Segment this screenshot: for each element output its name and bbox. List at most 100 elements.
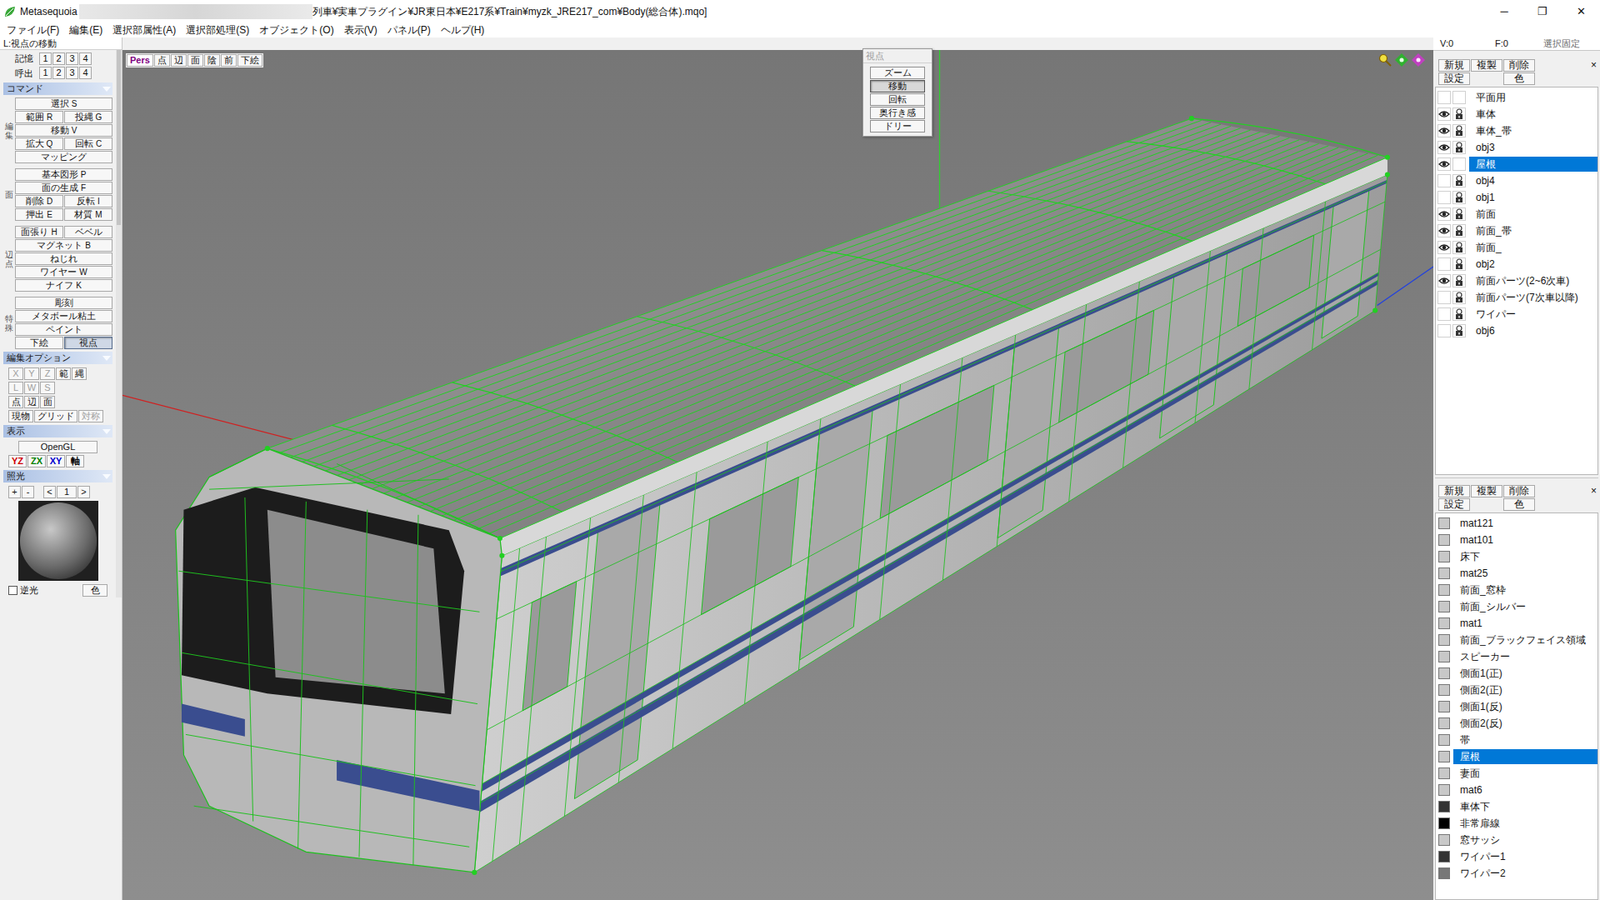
visibility-toggle[interactable] [1437, 324, 1451, 338]
lock-toggle[interactable] [1452, 174, 1466, 188]
menu-item[interactable]: ヘルプ(H) [435, 23, 490, 37]
panel-button[interactable]: 色 [1503, 72, 1535, 85]
section-header[interactable]: 照光 [3, 470, 113, 483]
command-button[interactable]: 視点 [64, 336, 113, 350]
command-button[interactable]: ペイント [15, 323, 113, 336]
lock-toggle[interactable] [1452, 157, 1466, 171]
close-button[interactable]: × [1590, 485, 1599, 498]
visibility-toggle[interactable] [1437, 240, 1451, 255]
section-header[interactable]: 編集オプション [3, 351, 113, 365]
menu-item[interactable]: オブジェクト(O) [254, 23, 339, 37]
visibility-toggle[interactable] [1437, 257, 1451, 271]
panel-button[interactable]: 削除 [1503, 485, 1535, 498]
backlight-checkbox[interactable] [8, 585, 18, 595]
object-row[interactable]: 前面 [1435, 205, 1598, 223]
material-row[interactable]: 床下 [1435, 548, 1598, 565]
menu-item[interactable]: 表示(V) [339, 23, 383, 37]
command-button[interactable]: 彫刻 [15, 296, 113, 310]
panel-button[interactable]: 新規 [1438, 485, 1470, 498]
visibility-toggle[interactable] [1437, 174, 1451, 188]
command-button[interactable]: メタボール粘土 [15, 310, 113, 323]
command-button[interactable]: マッピング [15, 150, 113, 164]
command-button[interactable]: 範囲R [15, 110, 64, 124]
object-row[interactable]: 車体_帯 [1435, 122, 1598, 140]
view-mode-button[interactable]: 下絵 [237, 54, 263, 67]
memory-slot[interactable]: 4 [79, 52, 92, 65]
plane-button[interactable]: XY [46, 455, 65, 468]
material-row[interactable]: 帯 [1435, 731, 1598, 749]
command-button[interactable]: 選択S [15, 97, 113, 110]
left-scrollbar[interactable] [115, 50, 122, 598]
view-mode-option[interactable]: 奥行き感 [870, 106, 925, 120]
option-button[interactable]: 辺 [24, 395, 40, 409]
material-row[interactable]: 窓サッシ [1435, 831, 1598, 849]
material-row[interactable]: スピーカー [1435, 648, 1598, 665]
lock-toggle[interactable] [1452, 290, 1466, 305]
lock-toggle[interactable] [1452, 207, 1466, 221]
object-row[interactable]: obj6 [1435, 322, 1598, 340]
visibility-toggle[interactable] [1437, 290, 1451, 305]
menu-item[interactable]: ファイル(F) [1, 23, 65, 37]
material-row[interactable]: mat101 [1435, 531, 1598, 549]
object-row[interactable]: obj3 [1435, 139, 1598, 156]
material-row[interactable]: mat6 [1435, 781, 1598, 799]
plane-button[interactable]: 軸 [65, 455, 85, 468]
lighting-button[interactable]: < [43, 485, 56, 499]
color-button[interactable]: 色 [82, 584, 108, 597]
lock-toggle[interactable] [1452, 274, 1466, 288]
plane-button[interactable]: ZX [27, 455, 46, 468]
material-row[interactable]: 側面1(正) [1435, 665, 1598, 682]
memory-slot[interactable]: 1 [39, 66, 52, 80]
command-button[interactable]: 押出E [15, 208, 64, 221]
lock-toggle[interactable] [1452, 140, 1466, 155]
material-row[interactable]: 側面1(反) [1435, 698, 1598, 715]
section-header[interactable]: 表示 [3, 425, 113, 438]
material-row[interactable]: 側面2(反) [1435, 715, 1598, 732]
material-row[interactable]: 屋根 [1435, 748, 1598, 765]
option-button[interactable]: Y [24, 367, 40, 380]
panel-button[interactable]: 複製 [1470, 485, 1503, 498]
object-row[interactable]: 前面パーツ(7次車以降) [1435, 289, 1598, 306]
visibility-toggle[interactable] [1437, 107, 1451, 121]
object-row[interactable]: 平面用 [1435, 89, 1598, 106]
object-row[interactable]: 前面_帯 [1435, 222, 1598, 240]
view-mode-option[interactable]: 移動 [870, 80, 925, 93]
renderer-button[interactable]: OpenGL [18, 440, 98, 454]
option-button[interactable]: X [8, 367, 24, 380]
material-row[interactable]: 非常扉線 [1435, 815, 1598, 832]
memory-slot[interactable]: 2 [52, 66, 65, 80]
visibility-toggle[interactable] [1437, 190, 1451, 205]
lock-toggle[interactable] [1452, 90, 1466, 105]
material-row[interactable]: 前面_シルバー [1435, 598, 1598, 615]
command-button[interactable]: ワイヤーW [15, 265, 113, 279]
lock-toggle[interactable] [1452, 240, 1466, 255]
object-row[interactable]: 前面パーツ(2~6次車) [1435, 272, 1598, 290]
panel-button[interactable]: 複製 [1470, 59, 1503, 72]
option-button[interactable]: 現物 [8, 410, 34, 423]
material-row[interactable]: 側面2(正) [1435, 681, 1598, 699]
lighting-button[interactable]: > [77, 485, 90, 499]
panel-button[interactable]: 色 [1503, 498, 1535, 511]
memory-slot[interactable]: 4 [79, 66, 92, 80]
material-row[interactable]: 車体下 [1435, 798, 1598, 815]
lock-toggle[interactable] [1452, 257, 1466, 271]
window-control[interactable]: ─ [1485, 0, 1524, 23]
option-button[interactable]: 縄 [71, 367, 87, 380]
option-button[interactable]: W [24, 381, 40, 395]
material-row[interactable]: 妻面 [1435, 765, 1598, 782]
lighting-button[interactable]: - [21, 485, 35, 499]
menu-item[interactable]: 編集(E) [64, 23, 108, 37]
command-button[interactable]: 移動V [15, 124, 113, 137]
command-button[interactable]: 拡大Q [15, 137, 64, 150]
view-mode-option[interactable]: 回転 [870, 93, 925, 106]
command-button[interactable]: 反転I [64, 195, 113, 208]
command-button[interactable]: 面張りH [15, 225, 64, 239]
view-mode-button[interactable]: 前 [220, 54, 237, 67]
object-row[interactable]: 前面_ [1435, 239, 1598, 256]
memory-slot[interactable]: 3 [65, 52, 79, 65]
memory-slot[interactable]: 3 [65, 66, 79, 80]
option-button[interactable]: グリッド [34, 410, 78, 423]
lighting-button[interactable]: + [8, 485, 21, 499]
option-button[interactable]: Z [40, 367, 55, 380]
panel-button[interactable]: 削除 [1503, 59, 1535, 72]
